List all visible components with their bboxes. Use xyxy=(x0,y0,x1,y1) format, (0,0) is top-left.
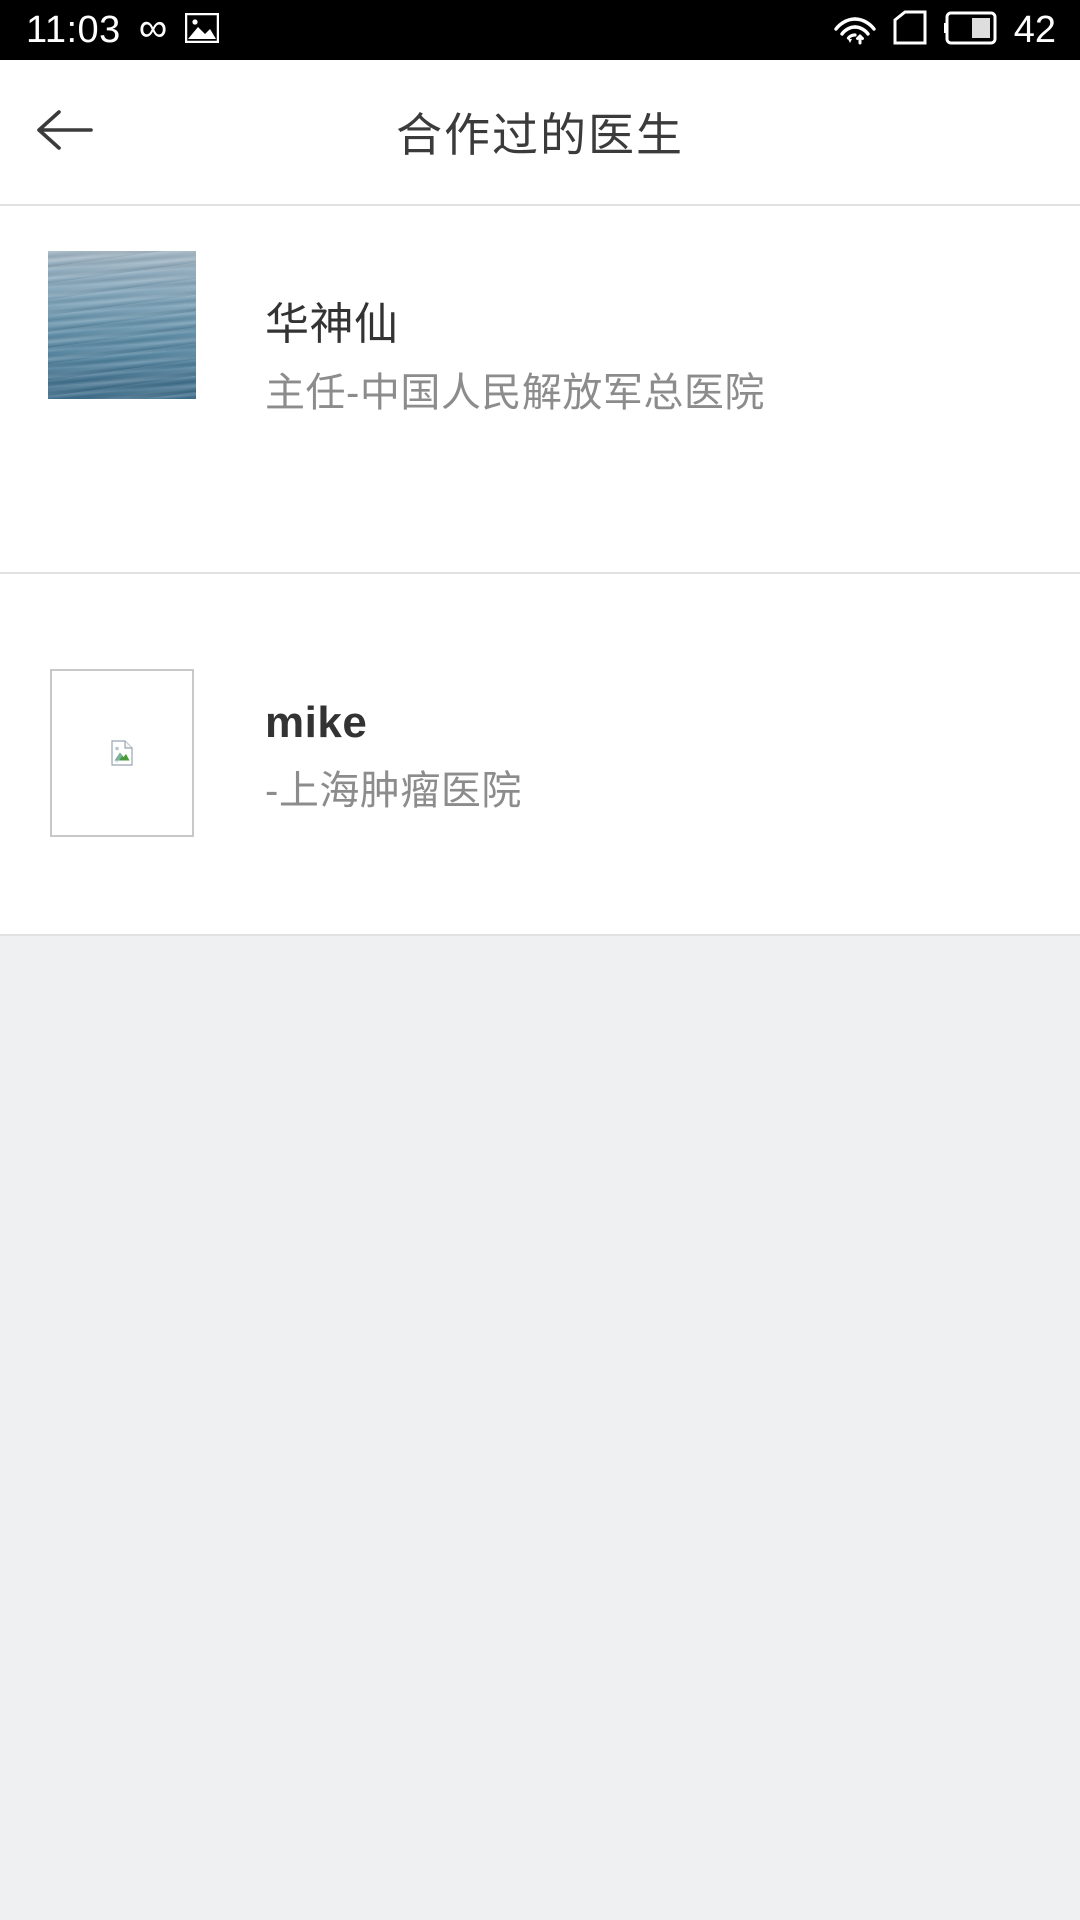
broken-avatar-frame xyxy=(50,669,194,837)
app-root: 11:03 ∞ 42 合作过的医生 华神仙 主任-中国人民解放军总医院 mike… xyxy=(0,0,1080,1920)
doctor-name: 华神仙 xyxy=(265,300,399,349)
doctor-subtitle: 主任-中国人民解放军总医院 xyxy=(265,371,765,416)
page-background-filler xyxy=(0,936,1080,1920)
list-item-text: 华神仙 主任-中国人民解放军总医院 xyxy=(265,300,765,416)
list-item-text: mike -上海肿瘤医院 xyxy=(265,698,522,814)
page-title: 合作过的医生 xyxy=(396,109,684,161)
broken-image-icon xyxy=(111,740,133,766)
doctor-subtitle: -上海肿瘤医院 xyxy=(265,769,522,814)
list-item[interactable]: mike -上海肿瘤医院 xyxy=(0,574,1080,934)
status-bar-left: 11:03 ∞ xyxy=(26,6,220,51)
page-header: 合作过的医生 xyxy=(0,60,1080,204)
wifi-upload-icon xyxy=(834,10,876,51)
battery-icon xyxy=(943,11,998,50)
status-bar: 11:03 ∞ 42 xyxy=(0,0,1080,60)
back-button[interactable] xyxy=(26,94,102,170)
water-photo-avatar xyxy=(48,251,196,399)
gallery-image-icon xyxy=(185,12,220,48)
sim-card-icon xyxy=(892,10,928,51)
doctor-list: 华神仙 主任-中国人民解放军总医院 mike -上海肿瘤医院 xyxy=(0,206,1080,934)
status-bar-right: 42 xyxy=(834,10,1056,51)
status-bar-clock: 11:03 xyxy=(26,9,121,51)
back-arrow-icon xyxy=(33,107,95,158)
infinity-icon: ∞ xyxy=(138,6,168,50)
doctor-name: mike xyxy=(265,698,368,747)
list-item[interactable]: 华神仙 主任-中国人民解放军总医院 xyxy=(0,206,1080,572)
battery-percent-label: 42 xyxy=(1013,9,1056,51)
